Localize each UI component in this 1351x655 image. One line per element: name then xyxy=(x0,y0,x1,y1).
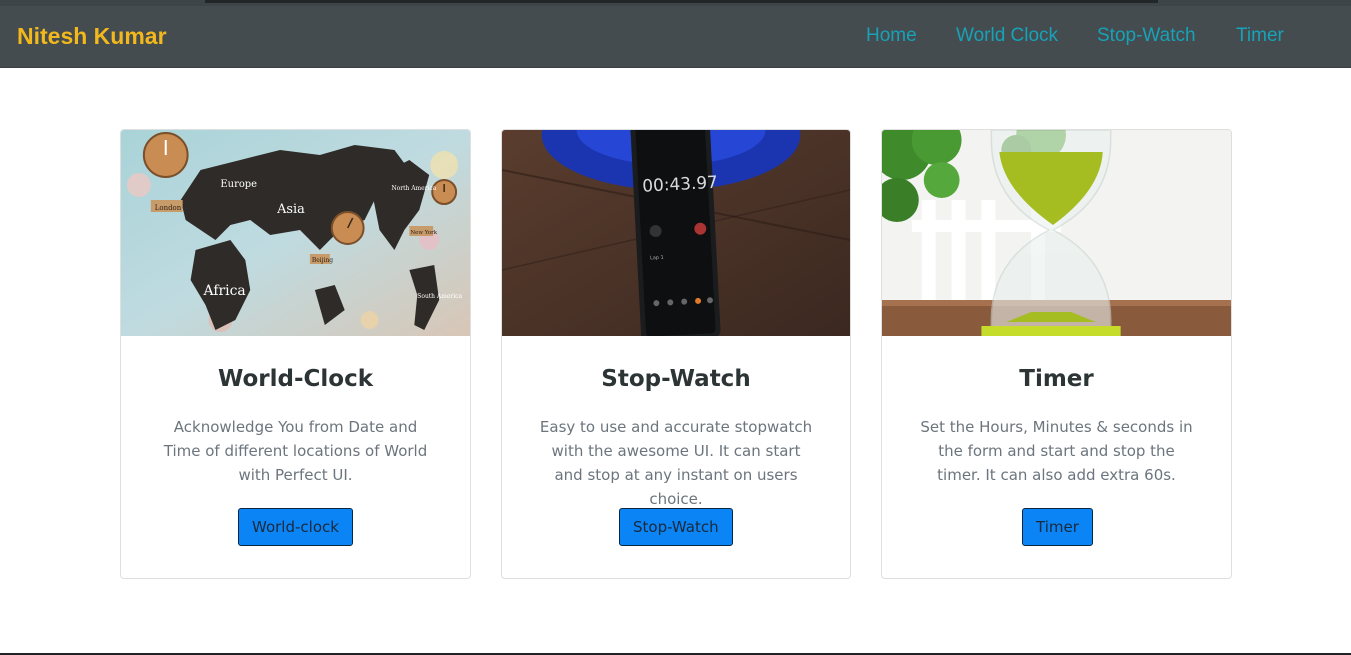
card-timer: Timer Set the Hours, Minutes & seconds i… xyxy=(881,129,1232,579)
brand-logo-text[interactable]: Nitesh Kumar xyxy=(17,23,167,50)
label-beijing: Beijing xyxy=(312,257,333,264)
stop-watch-button[interactable]: Stop-Watch xyxy=(619,508,733,546)
world-map-clocks-image: London New York Beijing Europe Asia Afri… xyxy=(121,130,470,336)
card-title-timer: Timer xyxy=(1019,366,1094,392)
label-asia: Asia xyxy=(276,202,305,217)
card-text-stop-watch: Easy to use and accurate stopwatch with … xyxy=(539,418,813,508)
card-world-clock: London New York Beijing Europe Asia Afri… xyxy=(120,129,471,579)
nav-link-stop-watch[interactable]: Stop-Watch xyxy=(1097,25,1196,47)
card-title-stop-watch: Stop-Watch xyxy=(601,366,751,392)
timer-button[interactable]: Timer xyxy=(1022,508,1093,546)
label-africa: Africa xyxy=(203,283,246,299)
label-north-america: North America xyxy=(391,185,436,192)
label-london: London xyxy=(155,204,182,212)
label-south-america: South America xyxy=(417,293,462,300)
label-new-york: New York xyxy=(410,230,437,236)
top-strip-bar xyxy=(205,0,1158,3)
stopwatch-time-display: 00:43.97 xyxy=(642,172,718,196)
nav-link-world-clock[interactable]: World Clock xyxy=(956,25,1058,47)
label-europe: Europe xyxy=(220,179,257,190)
navbar: Nitesh Kumar Home World Clock Stop-Watch… xyxy=(0,6,1351,68)
stopwatch-lap-label: Lap 1 xyxy=(650,255,664,262)
card-stop-watch: 00:43.97 Lap 1 Stop-Watch Easy to use an… xyxy=(501,129,851,579)
hourglass-image xyxy=(882,130,1231,336)
card-text-timer: Set the Hours, Minutes & seconds in the … xyxy=(920,418,1193,484)
card-title-world-clock: World-Clock xyxy=(217,366,374,392)
world-clock-button[interactable]: World-clock xyxy=(238,508,353,546)
card-text-world-clock: Acknowledge You from Date and Time of di… xyxy=(163,418,428,484)
nav-link-timer[interactable]: Timer xyxy=(1236,25,1284,47)
nav-link-home[interactable]: Home xyxy=(866,25,917,47)
stopwatch-phone-image: 00:43.97 Lap 1 xyxy=(502,130,850,336)
